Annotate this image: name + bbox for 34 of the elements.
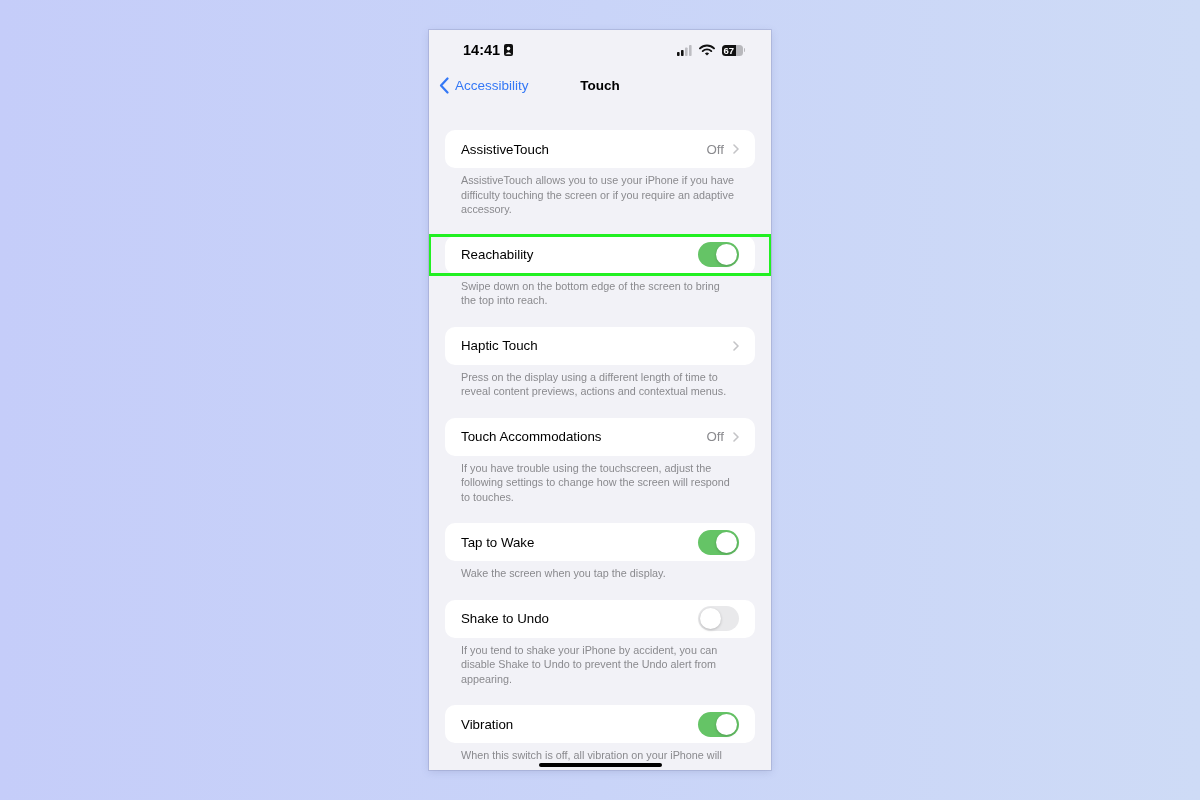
chevron-right-icon xyxy=(733,431,739,442)
row-description: If you tend to shake your iPhone by accident, you can disable Shake to Undo to prevent the Undo alert from appearing. xyxy=(461,642,719,686)
toggle-switch[interactable] xyxy=(698,606,739,631)
row-description: AssistiveTouch allows you to use your iPhone if you have difficulty touching the screen or if you require an adaptive accessory. xyxy=(461,173,735,217)
row-description: If you have trouble using the touchscreen, adjust the following settings to change how the screen will respond to touches. xyxy=(461,460,731,504)
row-description: Press on the display using a different length of time to reveal content previews, actions and contextual menus. xyxy=(461,369,728,399)
row-value: Off xyxy=(706,141,724,157)
toggle-switch[interactable] xyxy=(698,242,739,267)
row-label: Tap to Wake xyxy=(461,534,535,550)
toggle-switch[interactable] xyxy=(698,711,739,737)
chevron-right-icon xyxy=(733,340,739,351)
settings-row[interactable]: Touch Accommodations Off xyxy=(445,417,755,456)
settings-row[interactable]: AssistiveTouch Off xyxy=(445,130,755,168)
status-time: 14:41 xyxy=(463,42,501,58)
chevron-right-icon xyxy=(733,144,739,154)
row-label: Haptic Touch xyxy=(461,338,538,353)
toggle-switch[interactable] xyxy=(698,529,739,555)
row-label: Shake to Undo xyxy=(461,611,549,626)
row-description: Swipe down on the bottom edge of the screen to bring the top into reach. xyxy=(461,278,721,308)
person-badge-icon xyxy=(504,44,514,56)
row-label: Touch Accommodations xyxy=(461,429,602,444)
back-button[interactable]: Accessibility xyxy=(439,76,529,94)
chevron-left-icon xyxy=(439,76,449,94)
wifi-icon xyxy=(698,44,715,56)
battery-indicator: 67 xyxy=(721,44,745,56)
page-title: Touch xyxy=(580,77,620,93)
row-label: Reachability xyxy=(461,247,534,262)
signal-icon xyxy=(676,44,692,56)
row-label: Vibration xyxy=(461,716,514,732)
row-description: When this switch is off, all vibration on your iPhone will xyxy=(461,748,723,763)
row-label: AssistiveTouch xyxy=(461,141,549,157)
settings-row[interactable]: Haptic Touch xyxy=(445,326,755,365)
row-value: Off xyxy=(706,429,724,444)
row-description: Wake the screen when you tap the display. xyxy=(461,566,667,581)
